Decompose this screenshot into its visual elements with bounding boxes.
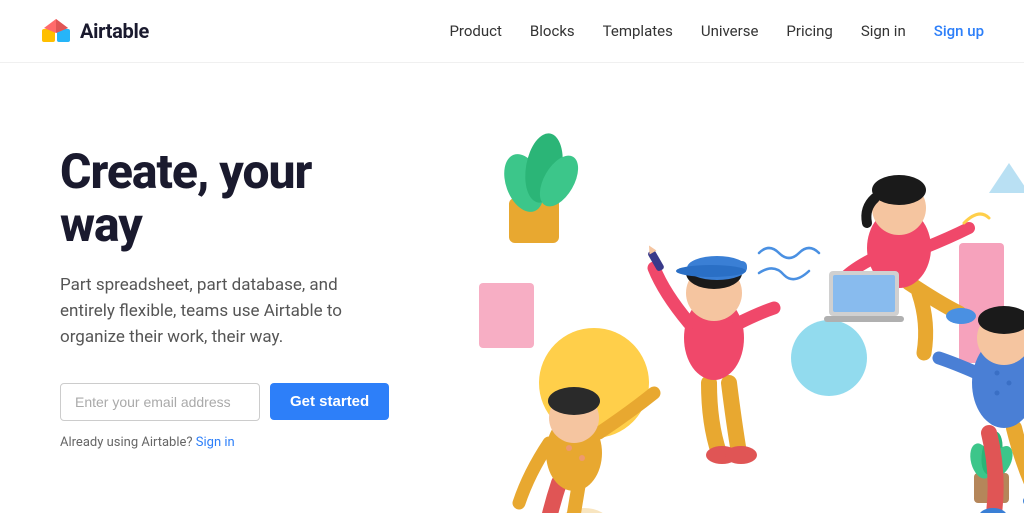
- get-started-button[interactable]: Get started: [270, 383, 389, 420]
- signin-note-link[interactable]: Sign in: [196, 435, 235, 450]
- main-nav: Product Blocks Templates Universe Pricin…: [449, 22, 984, 40]
- nav-item-templates[interactable]: Templates: [603, 22, 673, 40]
- hero-left: Create, your way Part spreadsheet, part …: [0, 63, 429, 513]
- cta-row: Get started: [60, 383, 389, 421]
- nav-item-product[interactable]: Product: [449, 22, 501, 40]
- logo-text: Airtable: [80, 19, 149, 43]
- signup-link[interactable]: Sign up: [934, 22, 984, 40]
- logo[interactable]: Airtable: [40, 15, 149, 47]
- hero-subheadline: Part spreadsheet, part database, and ent…: [60, 272, 389, 351]
- nav-item-universe[interactable]: Universe: [701, 22, 759, 40]
- airtable-logo-icon: [40, 15, 72, 47]
- signin-note: Already using Airtable? Sign in: [60, 435, 389, 450]
- hero-headline: Create, your way: [60, 146, 389, 252]
- signin-link[interactable]: Sign in: [861, 22, 906, 40]
- site-header: Airtable Product Blocks Templates Univer…: [0, 0, 1024, 63]
- signin-note-prefix: Already using Airtable?: [60, 435, 193, 450]
- hero-illustration-panel: [429, 63, 1024, 513]
- nav-item-pricing[interactable]: Pricing: [786, 22, 832, 40]
- email-input[interactable]: [60, 383, 260, 421]
- hero-illustration: [429, 63, 1024, 513]
- nav-item-blocks[interactable]: Blocks: [530, 22, 575, 40]
- main-content: Create, your way Part spreadsheet, part …: [0, 63, 1024, 513]
